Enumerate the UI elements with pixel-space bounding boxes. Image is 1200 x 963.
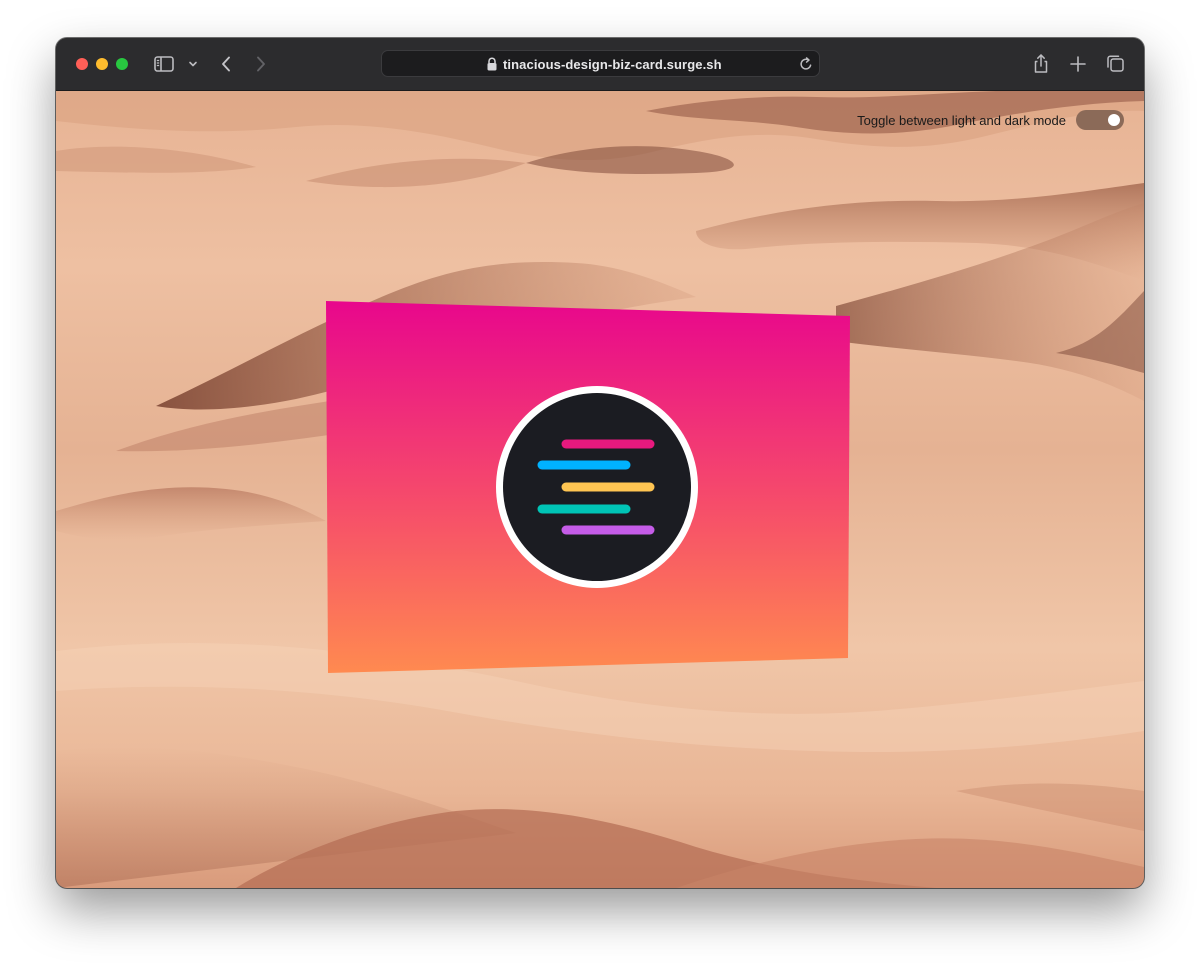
address-bar[interactable]: tinacious-design-biz-card.surge.sh <box>381 50 820 77</box>
back-arrow-icon[interactable] <box>216 52 236 76</box>
theme-toggle-label: Toggle between light and dark mode <box>857 112 1066 128</box>
page-viewport: Toggle between light and dark mode <box>56 91 1144 888</box>
browser-toolbar: tinacious-design-biz-card.surge.sh <box>56 38 1144 91</box>
share-icon[interactable] <box>1030 52 1052 76</box>
chevron-down-icon[interactable] <box>186 52 200 76</box>
lock-icon <box>487 57 497 71</box>
reload-icon[interactable] <box>798 56 814 72</box>
tinacious-logo <box>496 386 698 588</box>
plus-icon[interactable] <box>1068 52 1088 76</box>
sidebar-icon[interactable] <box>152 52 176 76</box>
close-window-icon[interactable] <box>76 58 88 70</box>
url-text[interactable]: tinacious-design-biz-card.surge.sh <box>503 57 722 72</box>
theme-toggle-switch[interactable] <box>1076 110 1124 130</box>
minimize-window-icon[interactable] <box>96 58 108 70</box>
tabs-overview-icon[interactable] <box>1104 52 1126 76</box>
business-card[interactable] <box>326 301 854 679</box>
theme-toggle: Toggle between light and dark mode <box>857 110 1124 130</box>
browser-window: tinacious-design-biz-card.surge.sh Toggl… <box>56 38 1144 888</box>
toggle-knob <box>1108 114 1120 126</box>
zoom-window-icon[interactable] <box>116 58 128 70</box>
forward-arrow-icon[interactable] <box>251 52 271 76</box>
